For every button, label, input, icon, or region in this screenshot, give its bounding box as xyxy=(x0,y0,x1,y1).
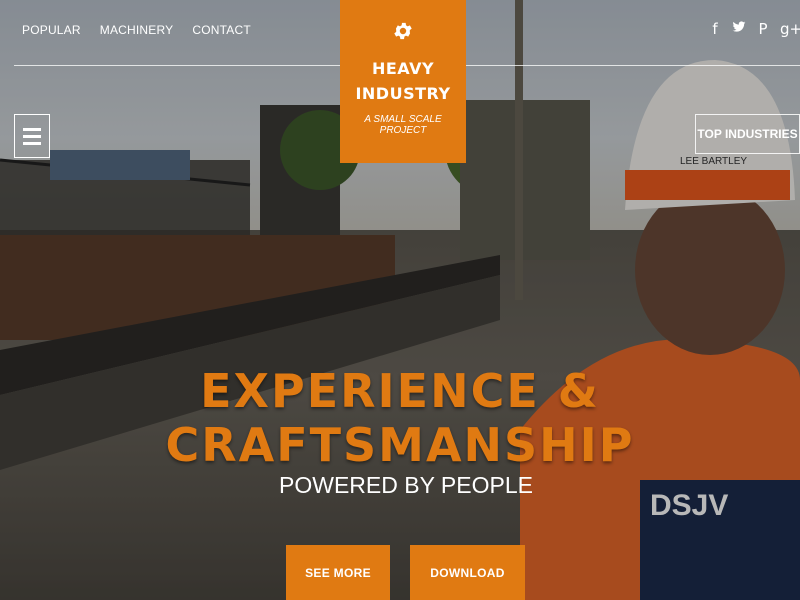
top-nav: POPULAR MACHINERY CONTACT xyxy=(22,23,251,37)
nav-contact[interactable]: CONTACT xyxy=(192,23,251,37)
menu-bar xyxy=(23,141,41,145)
brand-tagline: A SMALL SCALE PROJECT xyxy=(364,114,442,136)
top-industries-button[interactable]: TOP INDUSTRIES xyxy=(695,114,800,154)
hamburger-menu-button[interactable] xyxy=(14,114,50,158)
twitter-icon[interactable] xyxy=(732,20,746,38)
menu-bar xyxy=(23,127,41,131)
brand-title-line1: HEAVY xyxy=(371,59,435,78)
social-links: f P g+ xyxy=(708,20,800,38)
pinterest-icon[interactable]: P xyxy=(756,20,770,38)
gear-icon xyxy=(340,18,466,48)
brand-title-line2: INDUSTRY xyxy=(355,84,451,103)
download-button[interactable]: DOWNLOAD xyxy=(410,545,525,600)
see-more-button[interactable]: SEE MORE xyxy=(286,545,390,600)
brand-title: HEAVY INDUSTRY xyxy=(340,56,466,106)
menu-bar xyxy=(23,134,41,138)
facebook-icon[interactable]: f xyxy=(708,20,722,38)
nav-popular[interactable]: POPULAR xyxy=(22,23,81,37)
brand-logo[interactable]: HEAVY INDUSTRY A SMALL SCALE PROJECT xyxy=(340,0,466,163)
nav-machinery[interactable]: MACHINERY xyxy=(100,23,174,37)
hero-subheadline: POWERED BY PEOPLE xyxy=(279,472,533,498)
hero-headline: EXPERIENCE & CRAFTSMANSHIP xyxy=(165,364,635,472)
google-plus-icon[interactable]: g+ xyxy=(780,20,800,38)
